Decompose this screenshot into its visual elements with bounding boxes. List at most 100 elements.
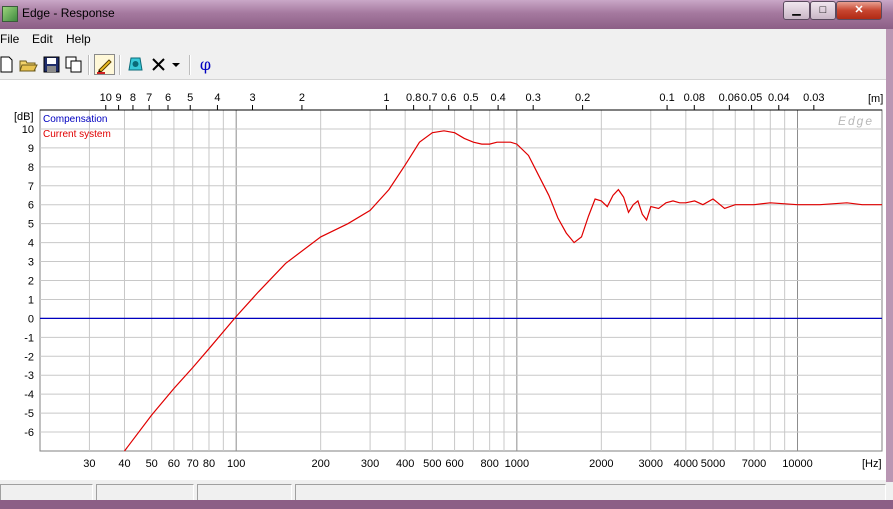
toolbar: φ: [0, 51, 893, 80]
save-button[interactable]: [41, 54, 62, 75]
status-panel: [0, 484, 93, 501]
title-bar: Edge - Response ▁ □ ✕: [0, 0, 893, 29]
legend-compensation: Compensation: [43, 114, 107, 125]
top-tick-label: 9: [116, 92, 122, 104]
top-tick-label: 0.4: [490, 92, 505, 104]
phase-button[interactable]: φ: [195, 54, 216, 75]
new-file-icon: [0, 56, 13, 73]
new-file-button[interactable]: [0, 54, 17, 75]
x-tick-label: 10000: [782, 458, 813, 470]
chart-watermark: Edge: [838, 114, 874, 128]
top-tick-label: 0.1: [659, 92, 674, 104]
minimize-button[interactable]: ▁: [783, 1, 810, 20]
status-panel: [96, 484, 194, 501]
legend-current-system: Current system: [43, 129, 111, 140]
delete-icon: [152, 58, 165, 71]
y-tick-label: -3: [24, 370, 34, 382]
y-tick-label: 5: [28, 219, 34, 231]
top-tick-label: 0.05: [741, 92, 762, 104]
y-tick-label: 0: [28, 313, 34, 325]
top-tick-label: 0.08: [684, 92, 705, 104]
top-tick-label: 10: [100, 92, 112, 104]
copy-button[interactable]: [63, 54, 84, 75]
toolbar-separator: [88, 55, 90, 75]
x-tick-label: 7000: [742, 458, 766, 470]
top-tick-label: 0.6: [441, 92, 456, 104]
top-tick-label: 0.5: [463, 92, 478, 104]
y-tick-label: 7: [28, 181, 34, 193]
y-tick-label: -1: [24, 332, 34, 344]
toolbar-separator: [189, 55, 191, 75]
maximize-button[interactable]: □: [810, 1, 836, 20]
delete-dropdown-button[interactable]: [168, 54, 184, 75]
menu-file[interactable]: File: [0, 32, 19, 46]
y-tick-label: 6: [28, 200, 34, 212]
top-tick-label: 8: [130, 92, 136, 104]
x-tick-label: 2000: [589, 458, 613, 470]
top-tick-label: 0.8: [406, 92, 421, 104]
delete-button[interactable]: [148, 54, 169, 75]
y-tick-label: 1: [28, 294, 34, 306]
open-folder-icon: [19, 60, 38, 72]
speaker-icon: [128, 57, 143, 71]
status-panel: [197, 484, 292, 501]
x-tick-label: 200: [311, 458, 329, 470]
save-icon: [43, 56, 60, 73]
y-tick-label: 2: [28, 276, 34, 288]
x-tick-label: 40: [118, 458, 130, 470]
dropdown-arrow-icon: [172, 63, 180, 67]
x-tick-label: 1000: [505, 458, 529, 470]
x-tick-label: 5000: [701, 458, 725, 470]
response-chart-svg[interactable]: 30 40 50 60 70 80 100 200 300 400 500 600 800 1000 200…: [0, 80, 886, 480]
top-tick-label: 0.2: [575, 92, 590, 104]
status-panel: [295, 484, 886, 501]
y-tick-label: -5: [24, 408, 34, 420]
y-tick-label: 10: [22, 124, 34, 136]
x-tick-label: 300: [361, 458, 379, 470]
top-tick-label: 0.3: [526, 92, 541, 104]
y-tick-label: 3: [28, 257, 34, 269]
top-tick-label: 2: [299, 92, 305, 104]
menu-help[interactable]: Help: [66, 32, 91, 46]
top-tick-label: 0.03: [803, 92, 824, 104]
x-tick-label: 70: [187, 458, 199, 470]
x-axis-label: [Hz]: [862, 458, 882, 470]
x-tick-label: 500: [423, 458, 441, 470]
copy-icon: [65, 56, 82, 73]
y-tick-label: -4: [24, 389, 34, 401]
x-tick-label: 800: [480, 458, 498, 470]
y-tick-label: -6: [24, 427, 34, 439]
toolbar-separator: [119, 55, 121, 75]
top-axis-label: [m]: [868, 93, 883, 105]
y-tick-label: 9: [28, 143, 34, 155]
top-tick-label: 6: [165, 92, 171, 104]
x-tick-label: 600: [445, 458, 463, 470]
y-tick-label: -2: [24, 351, 34, 363]
x-tick-label: 100: [227, 458, 245, 470]
close-button[interactable]: ✕: [836, 1, 882, 20]
menu-edit[interactable]: Edit: [32, 32, 53, 46]
speaker-button[interactable]: [125, 54, 146, 75]
y-tick-label: 8: [28, 162, 34, 174]
draw-button[interactable]: [94, 54, 115, 75]
top-tick-label: 0.7: [422, 92, 437, 104]
phase-icon: φ: [199, 55, 212, 74]
window-title: Edge - Response: [22, 6, 115, 20]
open-button[interactable]: [18, 54, 39, 75]
x-tick-label: 30: [83, 458, 95, 470]
top-tick-label: 5: [187, 92, 193, 104]
pencil-icon: [97, 59, 112, 74]
window-border: [886, 29, 893, 500]
x-tick-label: 4000: [674, 458, 698, 470]
x-tick-label: 60: [168, 458, 180, 470]
response-chart: 30 40 50 60 70 80 100 200 300 400 500 600 800 1000 200…: [0, 80, 886, 480]
x-tick-label: 80: [203, 458, 215, 470]
top-tick-label: 0.06: [719, 92, 740, 104]
top-tick-label: 4: [214, 92, 220, 104]
window-border: [0, 500, 893, 509]
top-tick-label: 0.04: [768, 92, 789, 104]
app-icon: [2, 6, 18, 22]
top-tick-label: 1: [383, 92, 389, 104]
x-tick-label: 400: [396, 458, 414, 470]
x-tick-label: 50: [146, 458, 158, 470]
